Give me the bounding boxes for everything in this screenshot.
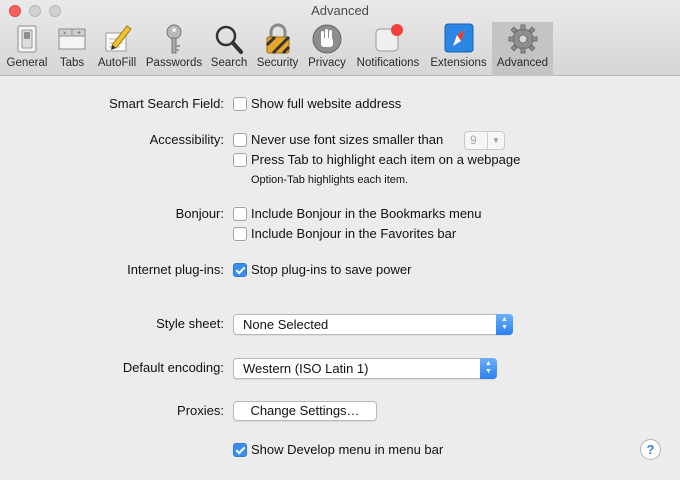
stop-plugins-label: Stop plug-ins to save power: [251, 262, 412, 277]
tab-general[interactable]: General: [2, 22, 52, 76]
tab-extensions[interactable]: Extensions: [427, 22, 490, 76]
general-switch-icon: [17, 25, 37, 53]
bonjour-favorites-label: Include Bonjour in the Favorites bar: [251, 226, 457, 241]
up-down-arrows-icon: ▲ ▼: [496, 314, 513, 335]
svg-text:+: +: [77, 30, 81, 37]
develop-menu-label: Show Develop menu in menu bar: [251, 442, 444, 457]
autofill-pencil-icon: [105, 25, 132, 52]
bonjour-label: Bonjour:: [175, 206, 224, 221]
tab-search[interactable]: Search: [207, 22, 251, 76]
smart-search-label: Smart Search Field:: [109, 96, 224, 111]
plugins-label: Internet plug-ins:: [127, 262, 224, 277]
padlock-icon: [265, 23, 290, 55]
develop-menu-checkbox[interactable]: [233, 443, 247, 457]
bonjour-bookmarks-checkbox[interactable]: [233, 207, 247, 221]
preferences-window: Advanced General × + Tabs AutoFill Passw…: [0, 0, 680, 480]
up-down-arrows-icon: ▲ ▼: [480, 358, 497, 379]
proxies-label: Proxies:: [177, 403, 224, 418]
extensions-compass-icon: [444, 23, 473, 53]
hand-icon: [312, 24, 342, 54]
style-sheet-value: None Selected: [243, 317, 329, 332]
preferences-toolbar: Advanced General × + Tabs AutoFill Passw…: [0, 0, 680, 76]
style-sheet-select[interactable]: None Selected ▲ ▼: [233, 314, 513, 335]
chevron-down-icon: ▼: [487, 132, 504, 149]
bonjour-favorites-checkbox[interactable]: [233, 227, 247, 241]
show-full-address-checkbox[interactable]: [233, 97, 247, 111]
tab-passwords[interactable]: Passwords: [143, 22, 205, 76]
min-font-size-value: 9: [470, 133, 477, 147]
tab-notifications[interactable]: Notifications: [352, 22, 424, 76]
min-font-size-select[interactable]: 9 ▼: [464, 131, 505, 150]
change-settings-button[interactable]: Change Settings…: [233, 401, 377, 421]
accessibility-label: Accessibility:: [149, 132, 224, 147]
magnifier-icon: [215, 25, 243, 54]
window-title: Advanced: [311, 3, 369, 18]
encoding-label: Default encoding:: [122, 360, 224, 375]
encoding-value: Western (ISO Latin 1): [243, 361, 369, 376]
tab-highlight-label: Press Tab to highlight each item on a we…: [251, 152, 521, 167]
encoding-select[interactable]: Western (ISO Latin 1) ▲ ▼: [233, 358, 497, 379]
tab-tabs[interactable]: × + Tabs: [53, 22, 91, 76]
bonjour-bookmarks-label: Include Bonjour in the Bookmarks menu: [251, 206, 482, 221]
notification-badge-icon: [375, 24, 403, 52]
stop-plugins-checkbox[interactable]: [233, 263, 247, 277]
tabs-icon: × +: [58, 28, 86, 50]
help-button[interactable]: ?: [640, 439, 661, 460]
gear-icon: [508, 24, 537, 54]
svg-text:×: ×: [63, 31, 67, 37]
option-tab-note: Option-Tab highlights each item.: [251, 174, 409, 186]
min-font-size-checkbox[interactable]: [233, 133, 247, 147]
tab-advanced[interactable]: Advanced: [492, 22, 553, 76]
tab-privacy[interactable]: Privacy: [304, 22, 350, 76]
tab-security[interactable]: Security: [253, 22, 302, 76]
min-font-size-label: Never use font sizes smaller than: [251, 132, 444, 147]
show-full-address-label: Show full website address: [251, 96, 402, 111]
key-icon: [166, 24, 182, 54]
tab-highlight-checkbox[interactable]: [233, 153, 247, 167]
tab-autofill[interactable]: AutoFill: [93, 22, 141, 76]
style-sheet-label: Style sheet:: [156, 316, 224, 331]
